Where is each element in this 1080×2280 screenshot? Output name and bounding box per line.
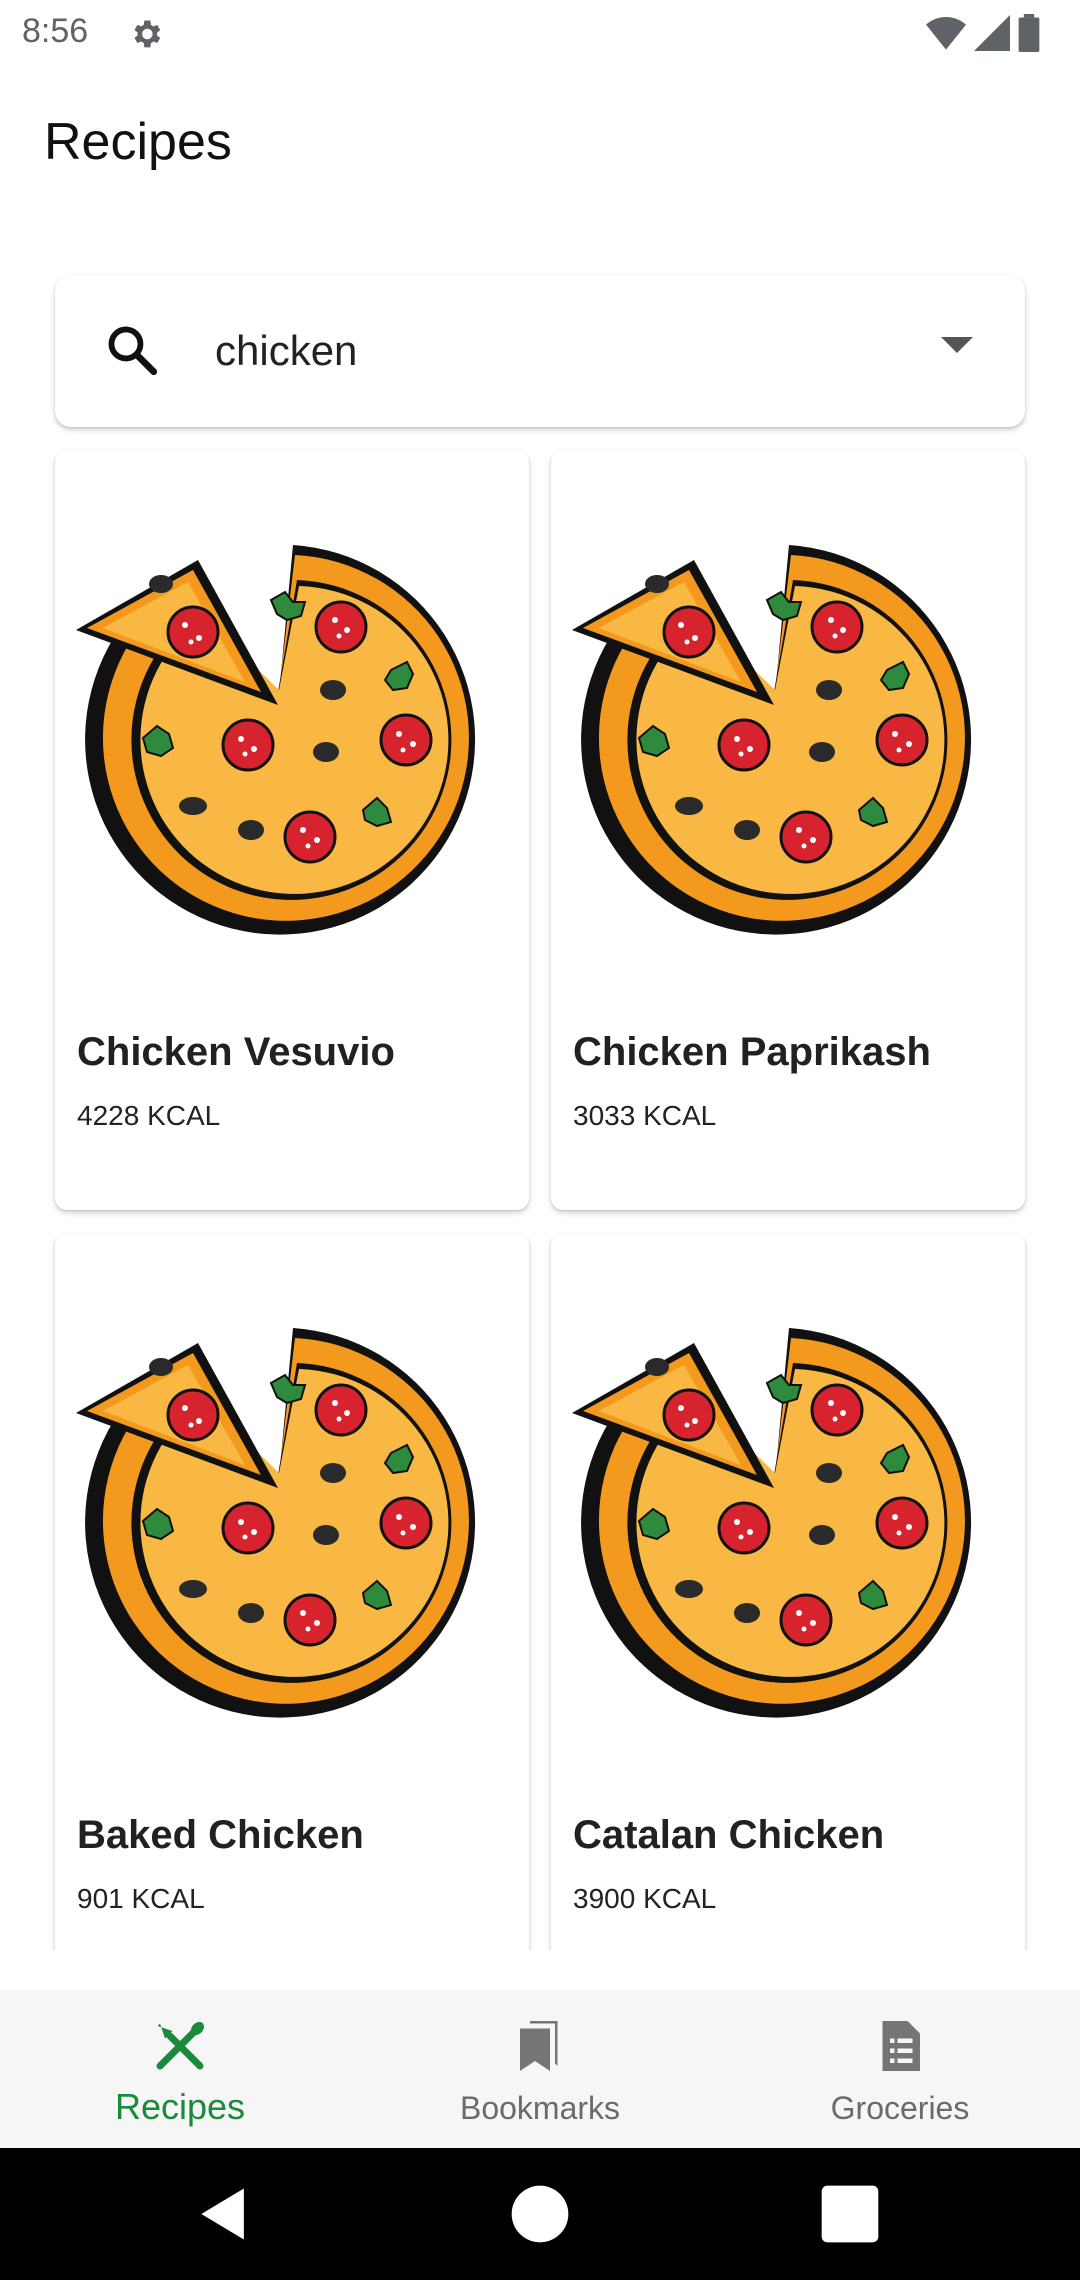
search-input[interactable]: [215, 313, 915, 389]
bookmarks-icon: [520, 2021, 558, 2071]
nav-item-recipes[interactable]: Recipes: [0, 1990, 360, 2148]
home-icon[interactable]: [506, 2180, 574, 2248]
dropdown-arrow-icon[interactable]: [941, 337, 973, 353]
recents-icon[interactable]: [816, 2180, 884, 2248]
system-navigation-bar: [0, 2148, 1080, 2280]
recipe-name: Baked Chicken: [77, 1813, 364, 1857]
back-icon[interactable]: [190, 2180, 258, 2248]
recipe-name: Chicken Vesuvio: [77, 1030, 395, 1074]
recipe-card[interactable]: Chicken Vesuvio 4228 KCAL: [55, 450, 529, 1210]
recipe-name: Chicken Paprikash: [573, 1030, 931, 1074]
pizza-icon: [74, 543, 477, 937]
recipe-card[interactable]: Baked Chicken 901 KCAL: [55, 1233, 529, 1950]
pizza-icon: [74, 1326, 477, 1720]
recipe-kcal: 4228 KCAL: [77, 1100, 221, 1131]
recipe-kcal: 3033 KCAL: [573, 1100, 717, 1131]
nav-item-bookmarks[interactable]: Bookmarks: [360, 1990, 720, 2148]
recipe-card[interactable]: Catalan Chicken 3900 KCAL: [551, 1233, 1025, 1950]
recipe-card[interactable]: Chicken Paprikash 3033 KCAL: [551, 450, 1025, 1210]
recipe-kcal: 901 KCAL: [77, 1883, 205, 1914]
nav-label: Bookmarks: [459, 2090, 621, 2126]
fork-knife-icon: [156, 2021, 205, 2070]
nav-label: Recipes: [114, 2086, 246, 2127]
pizza-icon: [570, 1326, 973, 1720]
recipe-name: Catalan Chicken: [573, 1813, 885, 1857]
pizza-icon: [570, 543, 973, 937]
recipe-kcal: 3900 KCAL: [573, 1883, 717, 1914]
nav-item-groceries[interactable]: Groceries: [720, 1990, 1080, 2148]
list-document-icon: [882, 2021, 920, 2071]
bottom-navigation: Recipes Bookmarks Groceries: [0, 1990, 1080, 2148]
search-icon: [108, 326, 158, 376]
search-bar[interactable]: [55, 275, 1025, 427]
app-screen: 8:56 Recipes Chicken Vesuvio 4228 KCAL C…: [0, 0, 1080, 2280]
nav-label: Groceries: [830, 2090, 970, 2126]
